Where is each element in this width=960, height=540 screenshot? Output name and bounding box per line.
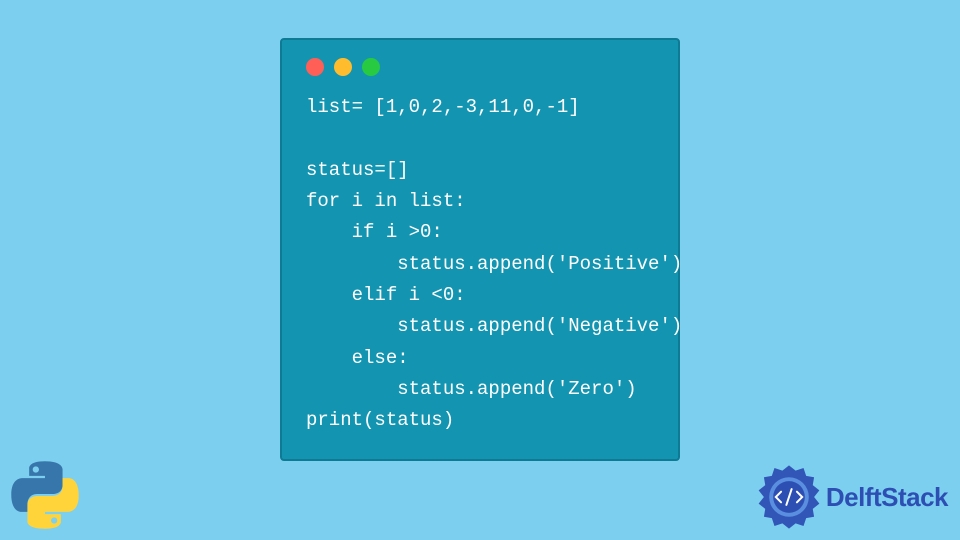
maximize-icon (362, 58, 380, 76)
brand-name: DelftStack (826, 482, 948, 513)
code-window: list= [1,0,2,-3,11,0,-1] status=[] for i… (280, 38, 680, 461)
gear-badge-icon (756, 464, 822, 530)
traffic-lights (306, 58, 654, 76)
code-block: list= [1,0,2,-3,11,0,-1] status=[] for i… (306, 92, 654, 437)
minimize-icon (334, 58, 352, 76)
close-icon (306, 58, 324, 76)
delftstack-logo: DelftStack (756, 464, 948, 530)
python-logo-icon (10, 460, 80, 530)
